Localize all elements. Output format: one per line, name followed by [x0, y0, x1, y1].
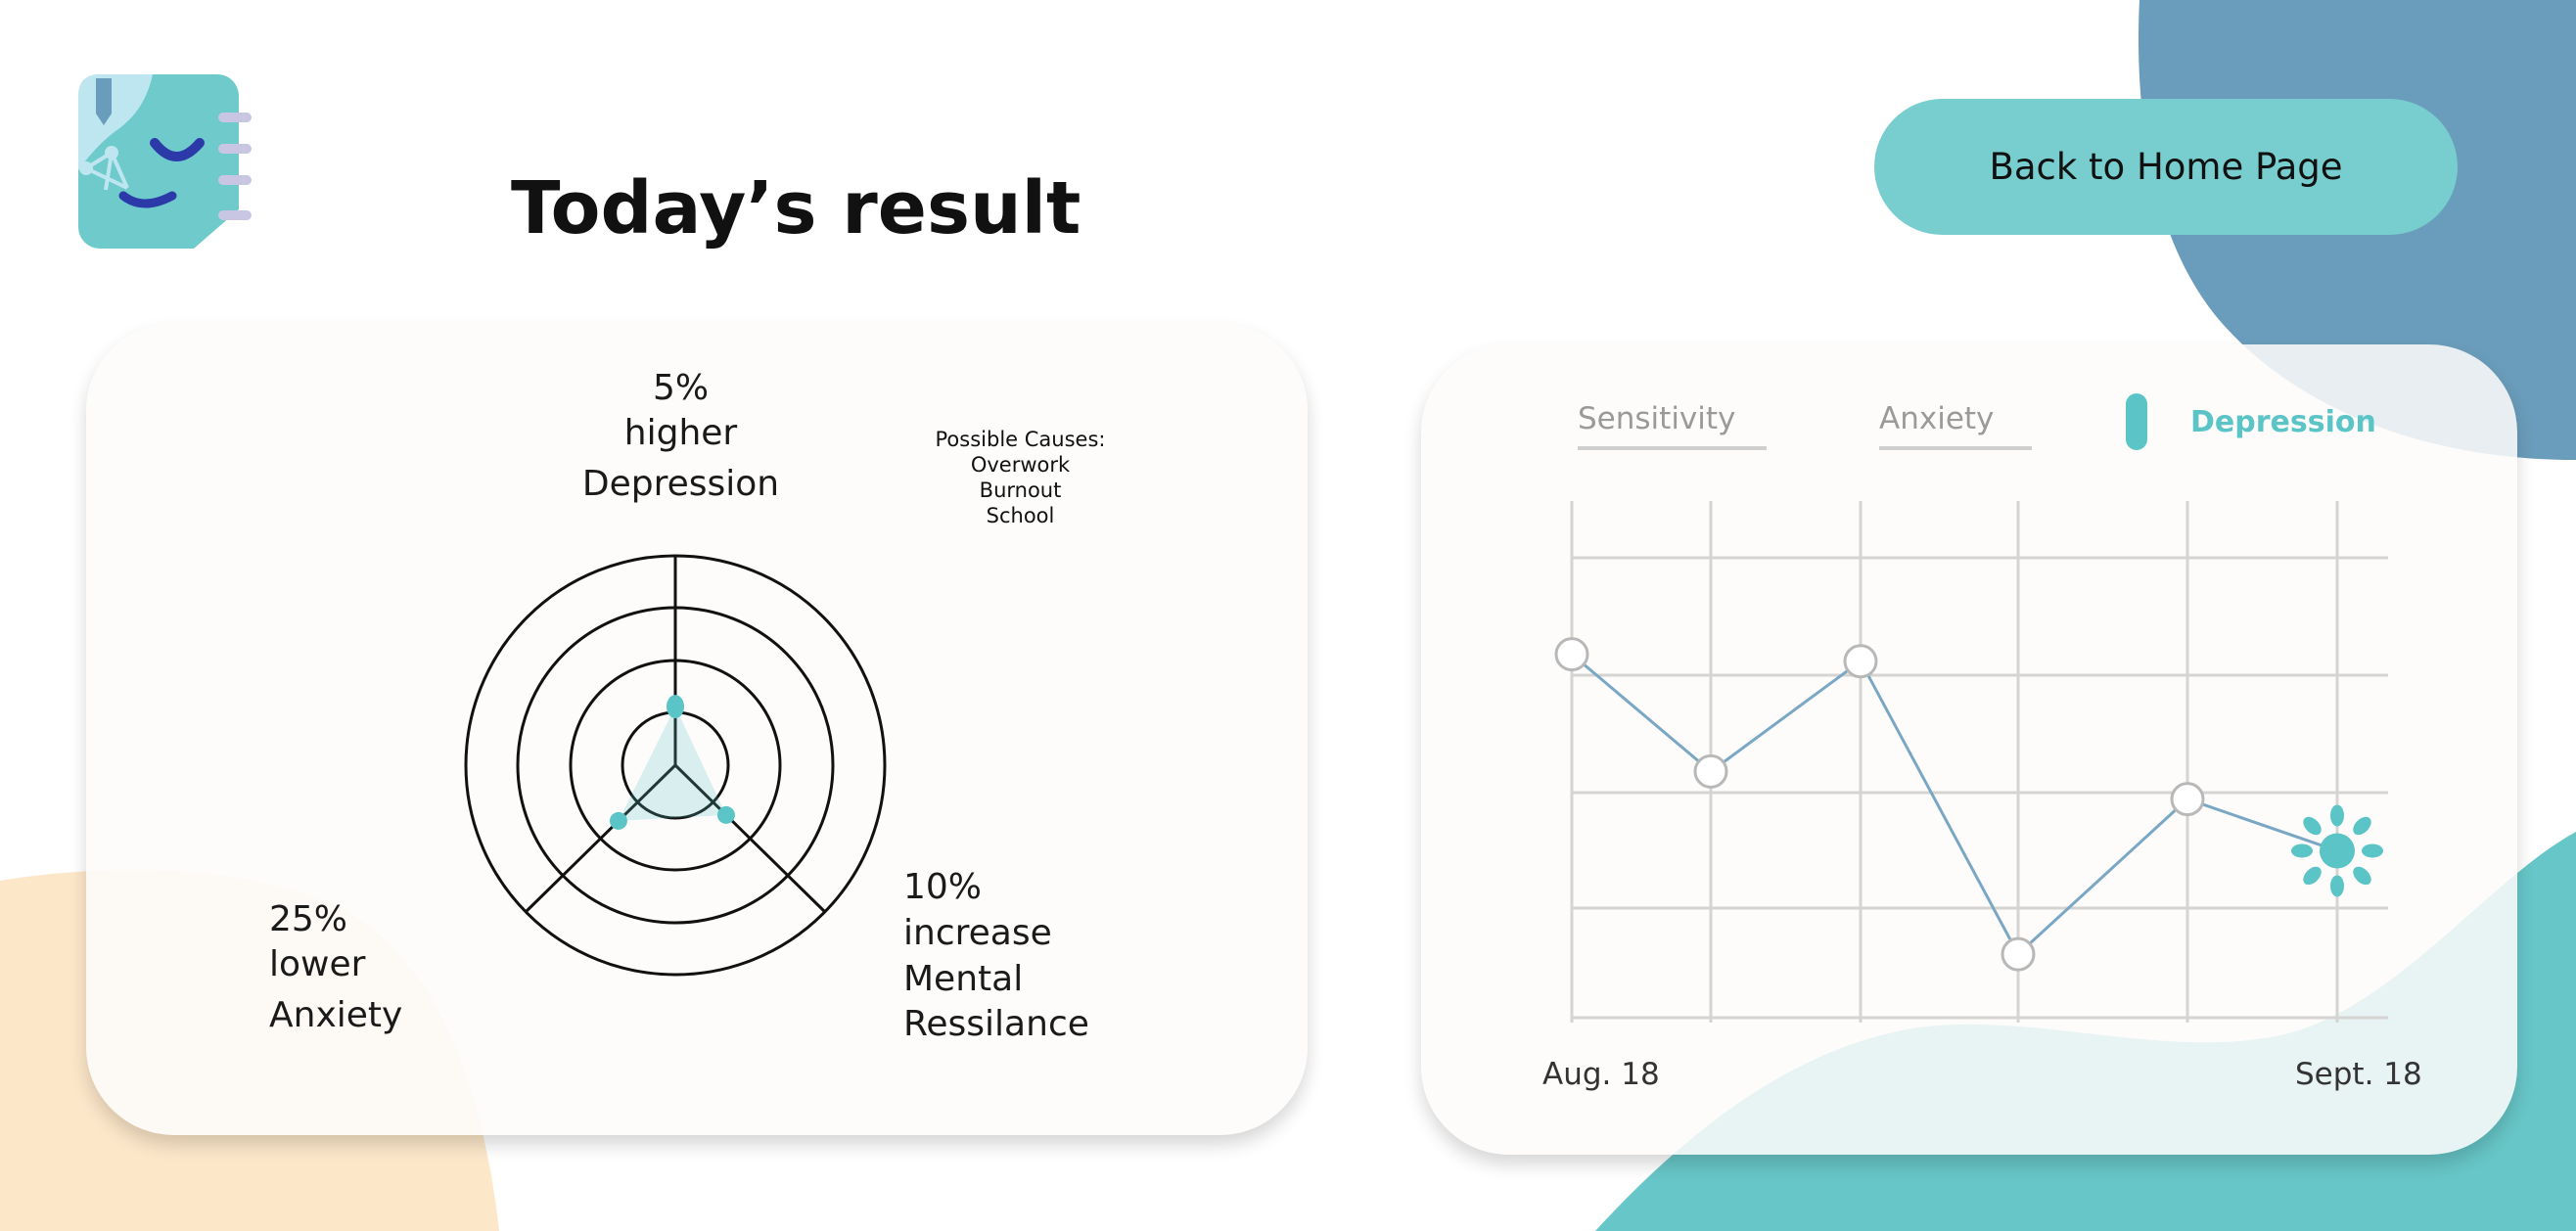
resilience-word-2: Ressilance [903, 1004, 1089, 1044]
cause-item: Burnout [979, 479, 1062, 502]
depression-percent: 5% [652, 368, 710, 408]
trend-point[interactable] [1554, 637, 1589, 672]
page-title: Today’s result [511, 166, 1081, 251]
date-start: Aug. 18 [1542, 1057, 1660, 1092]
resilience-word-1: Mental [903, 959, 1024, 999]
possible-causes: Possible Causes: Overwork Burnout School [920, 427, 1121, 528]
anxiety-percent: 25% [269, 899, 348, 939]
date-end: Sept. 18 [2295, 1057, 2422, 1092]
resilience-percent: 10% [903, 867, 983, 907]
cause-item: Overwork [970, 453, 1071, 477]
trend-point[interactable] [1843, 644, 1878, 679]
notebook-face-icon [78, 74, 252, 249]
depression-label: 5% higher Depression [575, 364, 786, 509]
radar-point-depression [667, 695, 684, 719]
back-to-home-button[interactable]: Back to Home Page [1874, 99, 2458, 235]
depression-trend-chart [1554, 501, 2388, 1023]
tab-depression[interactable]: Depression [2190, 405, 2376, 449]
radar-point-resilience [716, 805, 735, 824]
anxiety-direction: lower [269, 944, 366, 984]
anxiety-label: 25% lower Anxiety [269, 895, 402, 1040]
radar-chart [464, 554, 887, 977]
active-tab-indicator [2126, 393, 2147, 450]
sun-icon [2291, 804, 2383, 897]
anxiety-name: Anxiety [269, 995, 403, 1035]
trend-point[interactable] [1693, 753, 1728, 789]
resilience-label: 10% increase Mental Ressilance [903, 863, 1089, 1049]
resilience-direction: increase [903, 913, 1052, 953]
depression-direction: higher [623, 413, 738, 453]
trend-point[interactable] [2001, 936, 2036, 972]
tab-sensitivity[interactable]: Sensitivity [1578, 401, 1767, 450]
trend-point[interactable] [2170, 782, 2205, 817]
radar-point-anxiety [609, 811, 627, 830]
causes-heading: Possible Causes: [935, 428, 1106, 451]
depression-name: Depression [581, 464, 780, 504]
cause-item: School [986, 504, 1055, 527]
tab-anxiety[interactable]: Anxiety [1879, 401, 2032, 450]
